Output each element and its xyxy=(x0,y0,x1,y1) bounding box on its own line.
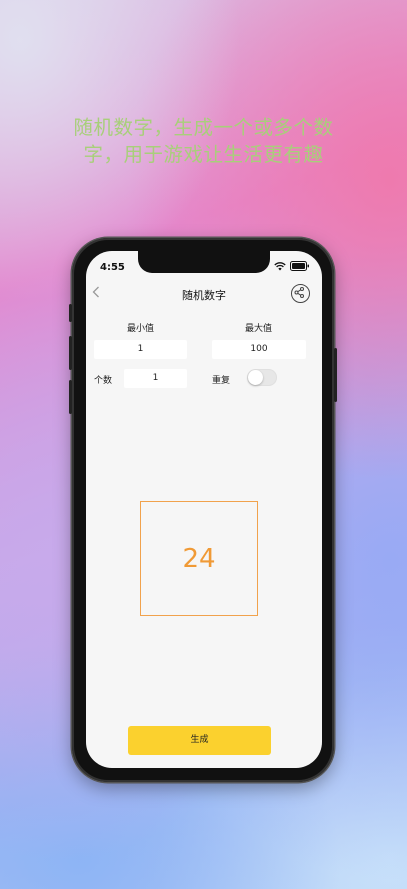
mute-switch xyxy=(69,304,72,322)
app-screen: 4:55 随机数字 最小值 最大值 1 100 个数 1 重复 24 生成 xyxy=(86,251,322,768)
max-label: 最大值 xyxy=(245,324,273,334)
wifi-icon xyxy=(274,261,286,270)
count-input[interactable]: 1 xyxy=(124,369,187,388)
repeat-toggle[interactable] xyxy=(247,369,277,386)
status-time: 4:55 xyxy=(100,262,125,273)
promo-headline: 随机数字，生成一个或多个数字，用于游戏让生活更有趣 xyxy=(73,116,334,166)
power-button xyxy=(334,348,337,402)
notch xyxy=(138,251,270,273)
toggle-knob xyxy=(248,370,263,385)
min-label: 最小值 xyxy=(127,324,155,334)
battery-icon xyxy=(290,261,309,271)
generate-button[interactable]: 生成 xyxy=(128,726,271,755)
volume-down-button xyxy=(69,380,72,414)
count-label: 个数 xyxy=(94,376,113,386)
repeat-label: 重复 xyxy=(212,376,231,386)
max-value-input[interactable]: 100 xyxy=(212,340,306,359)
page-title: 随机数字 xyxy=(182,289,226,302)
result-display: 24 xyxy=(140,501,258,616)
status-icons xyxy=(274,261,310,271)
min-value-input[interactable]: 1 xyxy=(94,340,187,359)
volume-up-button xyxy=(69,336,72,370)
share-icon xyxy=(294,287,304,298)
share-button[interactable] xyxy=(291,284,310,303)
